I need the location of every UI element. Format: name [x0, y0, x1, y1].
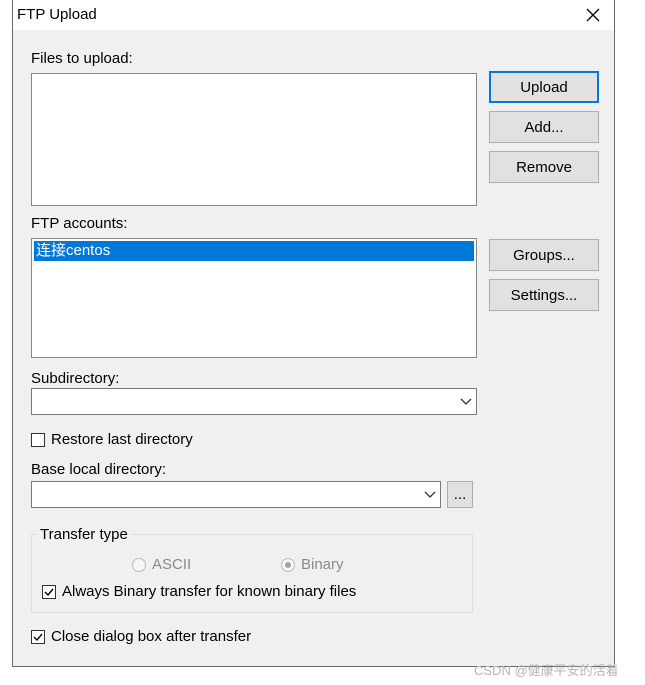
- title-bar: FTP Upload: [13, 0, 614, 30]
- transfer-type-group: [31, 534, 473, 613]
- check-icon: [33, 633, 43, 642]
- chevron-down-icon: [424, 491, 436, 498]
- close-after-checkbox[interactable]: [31, 630, 45, 644]
- subdirectory-label: Subdirectory:: [31, 370, 120, 387]
- ascii-radio[interactable]: [132, 558, 146, 572]
- files-listbox[interactable]: [31, 73, 477, 206]
- ftp-upload-dialog: FTP Upload Files to upload: Upload Add..…: [12, 0, 615, 667]
- watermark: CSDN @健康平安的活着: [474, 663, 619, 678]
- check-icon: [44, 588, 54, 597]
- transfer-type-label: Transfer type: [37, 526, 131, 543]
- add-button[interactable]: Add...: [489, 111, 599, 143]
- binary-label: Binary: [301, 556, 344, 573]
- base-local-label: Base local directory:: [31, 461, 167, 478]
- always-binary-label: Always Binary transfer for known binary …: [62, 583, 357, 600]
- radio-selected-dot: [285, 562, 291, 568]
- upload-button[interactable]: Upload: [489, 71, 599, 103]
- base-local-combo[interactable]: [31, 481, 441, 508]
- close-after-label: Close dialog box after transfer: [51, 628, 252, 645]
- restore-checkbox[interactable]: [31, 433, 45, 447]
- subdirectory-combo[interactable]: [31, 388, 477, 415]
- binary-radio[interactable]: [281, 558, 295, 572]
- accounts-listbox[interactable]: 连接centos: [31, 238, 477, 358]
- browse-button[interactable]: ...: [447, 481, 473, 508]
- account-item[interactable]: 连接centos: [34, 241, 474, 261]
- close-button[interactable]: [580, 2, 606, 28]
- ascii-label: ASCII: [152, 556, 192, 573]
- groups-button[interactable]: Groups...: [489, 239, 599, 271]
- restore-label: Restore last directory: [51, 431, 193, 448]
- window-title: FTP Upload: [17, 6, 97, 23]
- always-binary-checkbox[interactable]: [42, 585, 56, 599]
- files-label: Files to upload:: [31, 50, 133, 67]
- remove-button[interactable]: Remove: [489, 151, 599, 183]
- close-icon: [586, 8, 600, 22]
- accounts-label: FTP accounts:: [31, 215, 128, 232]
- chevron-down-icon: [460, 398, 472, 405]
- settings-button[interactable]: Settings...: [489, 279, 599, 311]
